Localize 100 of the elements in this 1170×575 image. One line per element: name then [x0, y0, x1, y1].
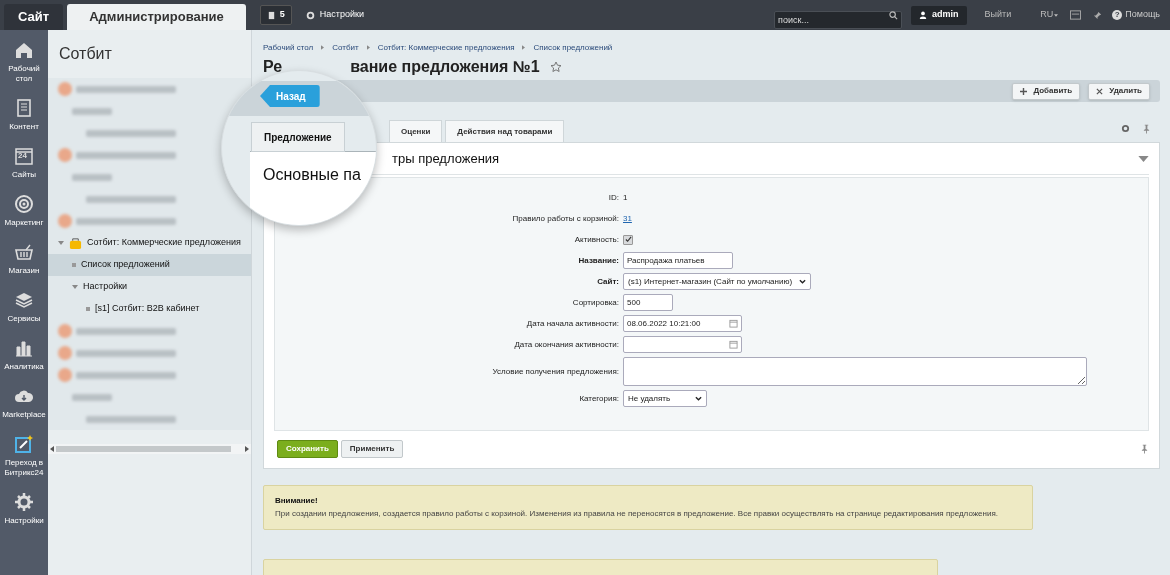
chevron-down-icon — [695, 396, 702, 401]
bullet-icon — [72, 263, 76, 267]
close-icon — [1096, 87, 1104, 95]
tab[interactable]: Оценки — [389, 120, 443, 142]
text-field[interactable]: 500 — [623, 294, 673, 311]
nav-item[interactable]: Магазин — [0, 242, 48, 276]
language-dropdown[interactable]: RU — [1040, 8, 1059, 22]
tree-item[interactable]: [s1] Сотбит: B2B кабинет — [48, 298, 204, 320]
nav-item[interactable]: Переход в Битрикс24 — [0, 434, 48, 478]
bar-chart-icon — [14, 338, 34, 358]
field-label: Активность: — [573, 233, 620, 246]
logout-link[interactable]: Выйти — [984, 8, 1012, 22]
field-label: Сайт: — [596, 275, 620, 288]
nav-item[interactable]: Настройки — [0, 492, 48, 526]
sidebar-title: Сотбит — [58, 44, 113, 64]
gear-icon — [305, 10, 315, 20]
check-icon — [624, 236, 632, 243]
textarea-field[interactable] — [623, 357, 1087, 386]
breadcrumb-link[interactable]: Сотбит: Коммерческие предложения — [377, 41, 515, 54]
field-label: ID: — [607, 191, 620, 204]
caret-icon — [1054, 13, 1059, 17]
chevron-right-icon — [522, 45, 526, 50]
tree-item[interactable]: Список предложений — [48, 254, 251, 276]
calendar-icon — [729, 340, 738, 349]
form-button[interactable]: Применить — [340, 440, 404, 458]
field-label: Сортировка: — [571, 296, 620, 309]
search-field[interactable]: поиск... — [774, 11, 903, 29]
horizontal-scrollbar[interactable] — [48, 444, 251, 454]
bullet-icon — [86, 307, 90, 311]
checkbox[interactable] — [623, 234, 633, 245]
date-field[interactable]: 08.06.2022 10:21:00 — [623, 315, 742, 332]
expanded-arrow-icon — [72, 284, 78, 290]
magic-wand-icon — [14, 434, 34, 454]
target-icon — [14, 194, 34, 214]
expanded-arrow-icon — [58, 240, 64, 246]
field-label: Дата окончания активности: — [513, 338, 620, 351]
gear-icon — [1121, 124, 1130, 133]
search-icon — [889, 11, 899, 20]
calendar-icon — [729, 319, 738, 328]
blurred-tree-item — [72, 393, 112, 401]
user-button[interactable]: admin — [911, 5, 967, 25]
breadcrumb-link[interactable]: Рабочий стол — [263, 41, 314, 54]
blurred-tree-item — [72, 173, 112, 181]
field-label: Название: — [577, 254, 620, 267]
tab[interactable]: Предложение — [251, 122, 345, 152]
calendar-number: 24 — [18, 152, 27, 160]
notifications-button[interactable]: 5 — [259, 5, 292, 25]
tree-item[interactable]: Сотбит: Коммерческие предложения — [48, 232, 245, 254]
plus-icon — [1020, 87, 1028, 95]
window-icon — [1070, 10, 1082, 20]
tab[interactable]: Действия над товарами — [445, 120, 565, 142]
house-icon — [14, 40, 34, 60]
document-icon — [14, 98, 34, 118]
date-field[interactable] — [623, 336, 742, 353]
tree-item[interactable]: Настройки — [48, 276, 132, 298]
calendar-icon — [14, 146, 34, 166]
section-heading-fragment: тры предложения — [392, 149, 500, 168]
collapse-arrow-icon — [1138, 155, 1149, 162]
pin-icon — [1141, 444, 1148, 454]
settings-link[interactable]: Настройки — [305, 8, 364, 22]
nav-item[interactable]: Контент — [0, 98, 48, 132]
help-icon: ? — [1112, 10, 1123, 20]
basket-icon — [14, 242, 34, 262]
top-tab[interactable]: Администрирование — [67, 4, 246, 30]
select-dropdown[interactable]: (s1) Интернет-магазин (Сайт по умолчанию) — [623, 273, 811, 290]
nav-item[interactable]: Сервисы — [0, 290, 48, 324]
nav-item[interactable]: 24 Сайты — [0, 146, 48, 180]
nav-item[interactable]: Marketplace — [0, 386, 48, 420]
section-heading-fragment: Основные па — [263, 165, 361, 185]
field-label: Правило работы с корзиной: — [511, 212, 620, 225]
breadcrumb-link[interactable]: Список предложений — [533, 41, 613, 54]
nav-item[interactable]: Аналитика — [0, 338, 48, 372]
gear-icon — [14, 492, 34, 512]
toolbar-button[interactable]: Добавить — [1012, 82, 1081, 100]
notepad-icon — [266, 10, 276, 20]
blurred-tree-item — [72, 107, 112, 115]
chevron-down-icon — [799, 279, 806, 284]
pin-icon — [1143, 124, 1150, 134]
text-field[interactable]: Распродажа платьев — [623, 252, 733, 269]
shopping-bag-icon — [69, 236, 82, 250]
field-label: Категория: — [578, 392, 620, 405]
chevron-right-icon — [366, 45, 370, 50]
field-label: Условие получения предложения: — [491, 365, 620, 378]
notice-text: При создании предложения, создается правило работы с корзиной. Изменения из правила не переносятся в предложение. Все правки осуществлять на странице редактирования предложения. — [275, 508, 999, 520]
page-title-fragment: Ре — [263, 57, 283, 77]
notice-title: Внимание! — [275, 495, 319, 507]
star-icon — [549, 61, 562, 73]
breadcrumb-link[interactable]: Сотбит — [332, 41, 359, 54]
select-dropdown[interactable]: Не удалять — [623, 390, 707, 407]
rule-link[interactable]: 31 — [623, 212, 632, 225]
field-value: 1 — [623, 191, 628, 204]
nav-item[interactable]: Рабочий стол — [0, 40, 48, 84]
nav-item[interactable]: Маркетинг — [0, 194, 48, 228]
user-icon — [919, 11, 928, 19]
page-title-fragment: вание предложения №1 — [350, 57, 540, 77]
toolbar-button[interactable]: Удалить — [1088, 82, 1150, 100]
pin-icon — [1093, 10, 1103, 20]
help-link[interactable]: ? Помощь — [1112, 8, 1160, 22]
chevron-right-icon — [321, 45, 325, 50]
top-tab[interactable]: Сайт — [4, 4, 64, 30]
